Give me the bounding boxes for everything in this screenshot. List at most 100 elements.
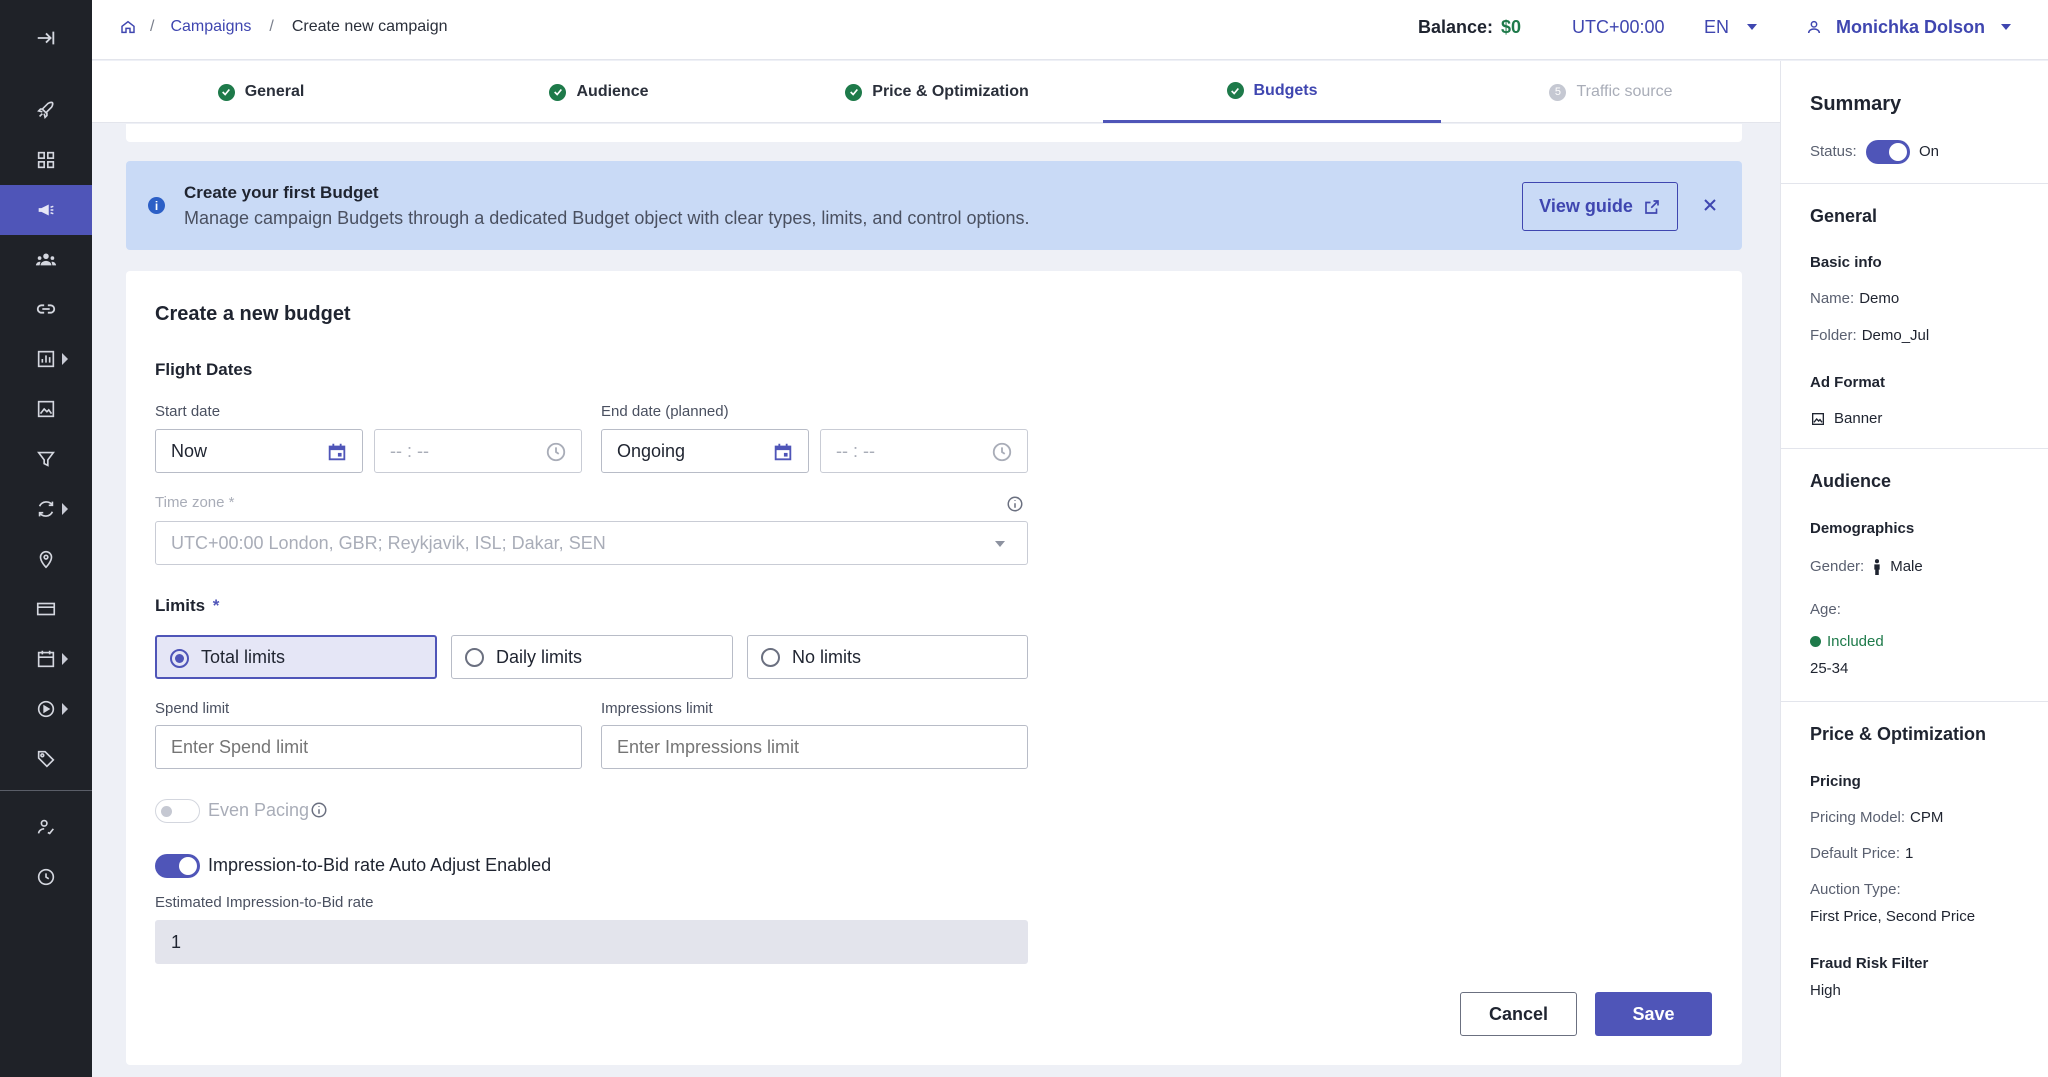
gender-row: Gender: Male (1810, 558, 1923, 575)
language-selector[interactable]: EN (1704, 0, 1758, 54)
summary-panel: Summary Status: On General Basic info Na… (1780, 61, 2048, 1077)
timezone-selector[interactable]: UTC+00:00 (1572, 0, 1665, 54)
end-time-input[interactable]: -- : -- (820, 429, 1028, 473)
clock-icon (991, 441, 1013, 463)
summary-general-heading: General (1810, 206, 1878, 226)
gender-value: Male (1890, 558, 1923, 575)
auction-type-label: Auction Type: (1810, 881, 1901, 898)
estimated-rate-input[interactable]: 1 (155, 920, 1028, 964)
check-circle-icon (845, 83, 863, 101)
timezone-select[interactable]: UTC+00:00 London, GBR; Reykjavik, ISL; D… (155, 521, 1028, 565)
flight-dates-heading: Flight Dates (155, 360, 253, 379)
start-date-input[interactable]: Now (155, 429, 363, 473)
impressions-limit-input[interactable] (601, 725, 1028, 769)
chevron-right-icon (62, 353, 68, 365)
even-pacing-toggle (155, 799, 200, 823)
timezone-value: UTC+00:00 London, GBR; Reykjavik, ISL; D… (171, 532, 606, 553)
step-label: General (244, 83, 305, 100)
form-title: Create a new budget (155, 303, 351, 325)
name-row: Name: Demo (1810, 290, 1899, 307)
image-icon (1810, 411, 1826, 427)
tag-icon[interactable] (0, 735, 92, 783)
daily-limits-radio[interactable]: Daily limits (451, 635, 733, 679)
auto-adjust-toggle[interactable] (155, 854, 200, 878)
previous-card-edge (126, 124, 1742, 142)
age-status-row: Included (1810, 633, 1884, 650)
auto-adjust-label: Impression-to-Bid rate Auto Adjust Enabl… (208, 855, 552, 875)
default-price-value: 1 (1905, 845, 1914, 862)
home-icon[interactable] (120, 19, 136, 35)
chevron-down-icon (2001, 24, 2012, 30)
dashboard-icon[interactable] (0, 136, 92, 184)
view-guide-button[interactable]: View guide (1522, 182, 1678, 231)
calendar-icon[interactable] (772, 441, 794, 463)
sidebar (0, 0, 92, 1077)
rocket-icon[interactable] (0, 86, 92, 134)
radio-label: Daily limits (496, 646, 583, 667)
step-label: Budgets (1253, 81, 1318, 99)
spend-limit-input[interactable] (155, 725, 582, 769)
end-date-label: End date (planned) (601, 403, 729, 420)
folder-row: Folder: Demo_Jul (1810, 327, 1929, 344)
sync-icon[interactable] (0, 485, 92, 533)
filter-icon[interactable] (0, 435, 92, 483)
save-button[interactable]: Save (1595, 992, 1712, 1036)
no-limits-radio[interactable]: No limits (747, 635, 1028, 679)
breadcrumb-campaigns-link[interactable]: Campaigns (170, 18, 251, 36)
play-circle-icon[interactable] (0, 685, 92, 733)
end-time-placeholder: -- : -- (836, 440, 875, 461)
cancel-button[interactable]: Cancel (1460, 992, 1577, 1036)
info-circle-icon[interactable] (1006, 495, 1024, 518)
audiences-icon[interactable] (0, 235, 92, 283)
chevron-down-icon (995, 541, 1005, 547)
timezone-label: Time zone * (155, 494, 235, 511)
summary-audience-heading: Audience (1810, 471, 1892, 491)
calendar-icon[interactable] (326, 441, 348, 463)
info-circle-icon[interactable] (310, 801, 328, 824)
ad-format-heading: Ad Format (1810, 374, 1885, 391)
step-price-optimization[interactable]: Price & Optimization (768, 61, 1106, 123)
step-label: Price & Optimization (872, 83, 1029, 100)
required-marker: * (212, 596, 220, 615)
male-icon (1872, 558, 1882, 575)
billing-card-icon[interactable] (0, 585, 92, 633)
close-icon[interactable] (1699, 194, 1721, 216)
step-general[interactable]: General (92, 61, 430, 123)
summary-divider (1781, 448, 2048, 449)
start-time-placeholder: -- : -- (390, 440, 429, 461)
step-audience[interactable]: Audience (430, 61, 768, 123)
user-menu[interactable]: Monichka Dolson (1806, 0, 2012, 54)
demographics-heading: Demographics (1810, 520, 1915, 537)
location-pin-icon[interactable] (0, 535, 92, 583)
step-budgets[interactable]: Budgets (1103, 61, 1441, 123)
balance-label: Balance: (1418, 16, 1494, 37)
sidebar-divider (0, 790, 92, 791)
language-label: EN (1704, 16, 1730, 37)
fraud-risk-value: High (1810, 982, 1841, 999)
creatives-image-icon[interactable] (0, 385, 92, 433)
collapse-sidebar-icon[interactable] (0, 14, 92, 62)
status-row: Status: (1810, 143, 1862, 160)
total-limits-radio[interactable]: Total limits (155, 635, 437, 679)
end-date-input[interactable]: Ongoing (601, 429, 809, 473)
calendar-icon[interactable] (0, 635, 92, 683)
folder-label: Folder: (1810, 327, 1857, 344)
radio-label: No limits (792, 646, 862, 667)
user-settings-icon[interactable] (0, 803, 92, 851)
name-label: Name: (1810, 290, 1855, 307)
history-clock-icon[interactable] (0, 853, 92, 901)
fraud-risk-heading: Fraud Risk Filter (1810, 955, 1929, 972)
auction-type-value: First Price, Second Price (1810, 908, 1976, 925)
default-price-label: Default Price: (1810, 845, 1901, 862)
reports-chart-icon[interactable] (0, 335, 92, 383)
step-label: Audience (576, 83, 649, 100)
banner-title: Create your first Budget (184, 183, 379, 202)
pricing-model-row: Pricing Model: CPM (1810, 809, 1943, 826)
info-banner: i Create your first Budget Manage campai… (126, 161, 1742, 250)
link-icon[interactable] (0, 285, 92, 333)
campaigns-megaphone-icon[interactable] (0, 185, 92, 235)
included-dot-icon (1810, 636, 1821, 647)
status-toggle[interactable] (1866, 140, 1910, 164)
start-time-input[interactable]: -- : -- (374, 429, 582, 473)
status-label: Status: (1810, 143, 1857, 160)
